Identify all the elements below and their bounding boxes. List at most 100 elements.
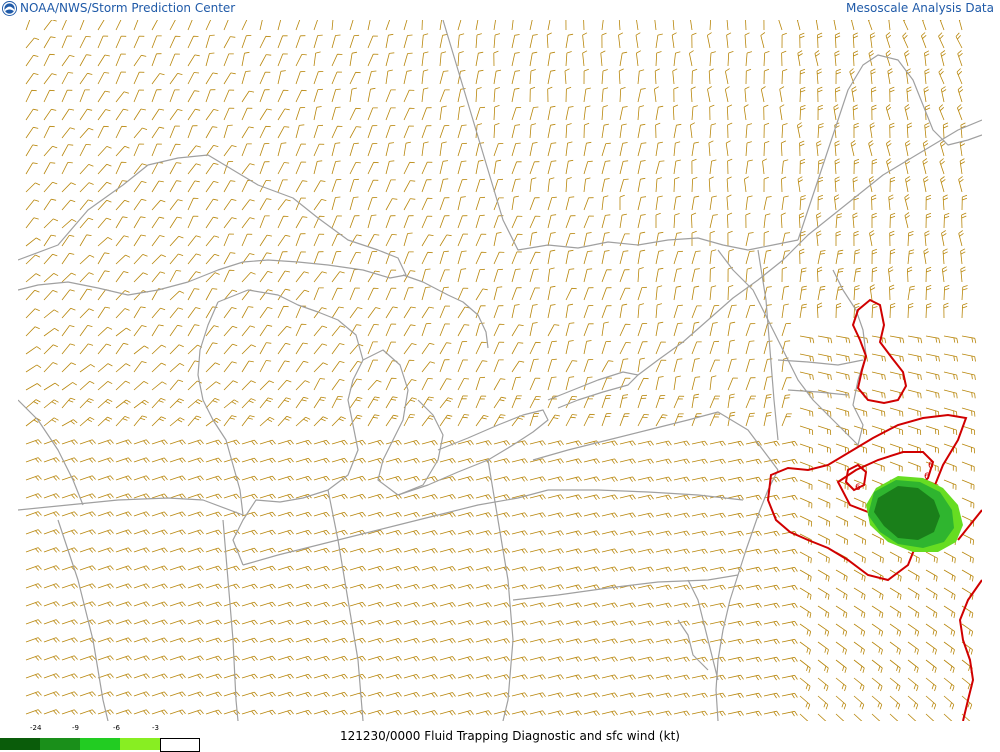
wind-barb	[816, 302, 823, 319]
wind-barb	[745, 20, 747, 31]
wind-barb	[187, 271, 201, 283]
wind-barb	[601, 160, 611, 175]
wind-barb	[691, 692, 708, 699]
wind-barb	[619, 620, 636, 626]
wind-barb	[816, 140, 822, 157]
wind-barb	[331, 53, 343, 67]
wind-barb	[853, 659, 865, 673]
wind-barb	[871, 587, 884, 600]
wind-barb	[97, 252, 110, 265]
wind-barb	[385, 52, 395, 67]
wind-barb	[187, 673, 204, 680]
wind-barb	[939, 20, 945, 31]
wind-barb	[349, 691, 366, 698]
product-title: Mesoscale Analysis Data	[846, 1, 994, 15]
boundary-lake-superior	[18, 154, 407, 296]
wind-barb	[223, 380, 238, 391]
wind-barb	[511, 638, 528, 644]
wind-barb	[421, 656, 438, 662]
wind-barb	[313, 378, 326, 391]
wind-barb	[601, 123, 609, 139]
wind-barb	[457, 20, 462, 31]
wind-barb	[654, 20, 657, 31]
wind-barb	[133, 325, 147, 337]
wind-barb	[385, 179, 396, 193]
wind-barb	[475, 692, 492, 698]
wind-barb	[313, 565, 330, 572]
wind-barb	[277, 529, 294, 536]
wind-barb	[727, 321, 736, 337]
wind-barb	[691, 710, 708, 717]
wind-barb	[43, 565, 60, 571]
wind-barb	[133, 601, 150, 607]
wind-barb	[511, 360, 525, 373]
wind-barb	[637, 196, 647, 211]
wind-barb	[313, 619, 330, 626]
wind-barb	[79, 343, 94, 355]
wind-barb	[960, 266, 966, 283]
wind-barb	[529, 530, 546, 536]
wind-barb	[835, 533, 848, 545]
wind-barb	[61, 162, 73, 175]
wind-barb	[97, 457, 114, 463]
wind-barb	[403, 494, 420, 500]
wind-barb	[385, 341, 397, 355]
wind-barb	[943, 641, 955, 655]
wind-barb	[151, 89, 162, 103]
wind-barb	[367, 307, 381, 319]
wind-barb	[961, 353, 976, 362]
wind-barb	[871, 551, 884, 564]
wind-barb	[115, 71, 127, 85]
wind-barb	[905, 140, 911, 157]
wind-barb	[61, 182, 76, 193]
wind-barb	[601, 458, 618, 464]
wind-barb	[709, 230, 715, 247]
wind-barb	[385, 306, 398, 319]
wind-barb	[655, 321, 664, 337]
wind-barb	[241, 179, 253, 193]
wind-barb	[277, 601, 294, 608]
wind-barb	[925, 371, 940, 380]
wind-barb	[277, 379, 292, 391]
wind-barb	[151, 362, 167, 373]
wind-barb	[924, 122, 930, 139]
wind-barb	[133, 127, 148, 139]
wind-barb	[385, 107, 396, 121]
wind-barb	[853, 623, 866, 637]
wind-barb	[457, 620, 474, 626]
wind-barb	[223, 233, 235, 247]
wind-barb	[547, 376, 557, 391]
wind-barb	[313, 271, 327, 283]
wind-barb	[943, 389, 958, 399]
wind-barb	[511, 476, 528, 482]
wind-barb	[61, 325, 75, 337]
wind-barb	[941, 266, 948, 283]
wind-barb	[61, 655, 78, 661]
wind-barb	[295, 673, 312, 680]
wind-barb	[529, 566, 546, 572]
wind-barb	[439, 414, 453, 427]
wind-barb	[601, 305, 612, 319]
wind-barb	[834, 194, 840, 211]
wind-barb	[619, 323, 631, 337]
wind-barb	[457, 378, 470, 391]
wind-barb	[781, 656, 798, 663]
wind-barb	[367, 493, 384, 500]
wind-barb	[601, 321, 609, 337]
wind-barb	[313, 362, 328, 373]
wind-barb	[940, 86, 947, 103]
wind-barb	[655, 602, 672, 609]
wind-barb	[655, 267, 664, 283]
wind-barb	[277, 342, 291, 355]
wind-barb	[799, 335, 815, 344]
wind-barb	[79, 254, 95, 265]
wind-barb	[259, 324, 273, 337]
wind-barb	[925, 335, 941, 344]
wind-barb	[619, 656, 636, 662]
wind-barb	[904, 212, 910, 229]
wind-barb	[745, 674, 762, 681]
wind-barb	[169, 290, 185, 301]
wind-barb	[619, 87, 626, 103]
wind-barb	[493, 710, 510, 716]
wind-barb	[871, 641, 883, 655]
